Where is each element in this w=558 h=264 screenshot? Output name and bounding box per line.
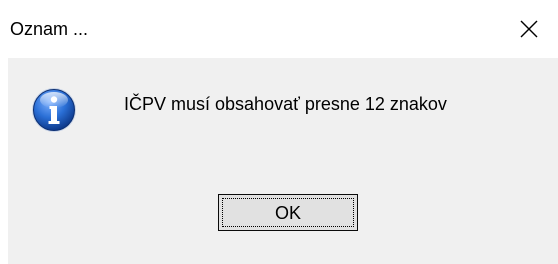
ok-button-label: OK [274,202,301,223]
info-icon [32,88,76,132]
dialog-title: Oznam ... [10,19,89,39]
close-icon [520,20,538,38]
dialog-message: IČPV musí obsahovať presne 12 znakov [124,94,447,114]
message-dialog: Oznam ... IČPV musí obsahovať presne 12 … [0,0,558,264]
title-bar: Oznam ... [0,0,558,58]
close-button[interactable] [500,0,558,58]
dialog-body: IČPV musí obsahovať presne 12 znakov OK [8,58,558,264]
ok-button[interactable]: OK [218,194,358,231]
